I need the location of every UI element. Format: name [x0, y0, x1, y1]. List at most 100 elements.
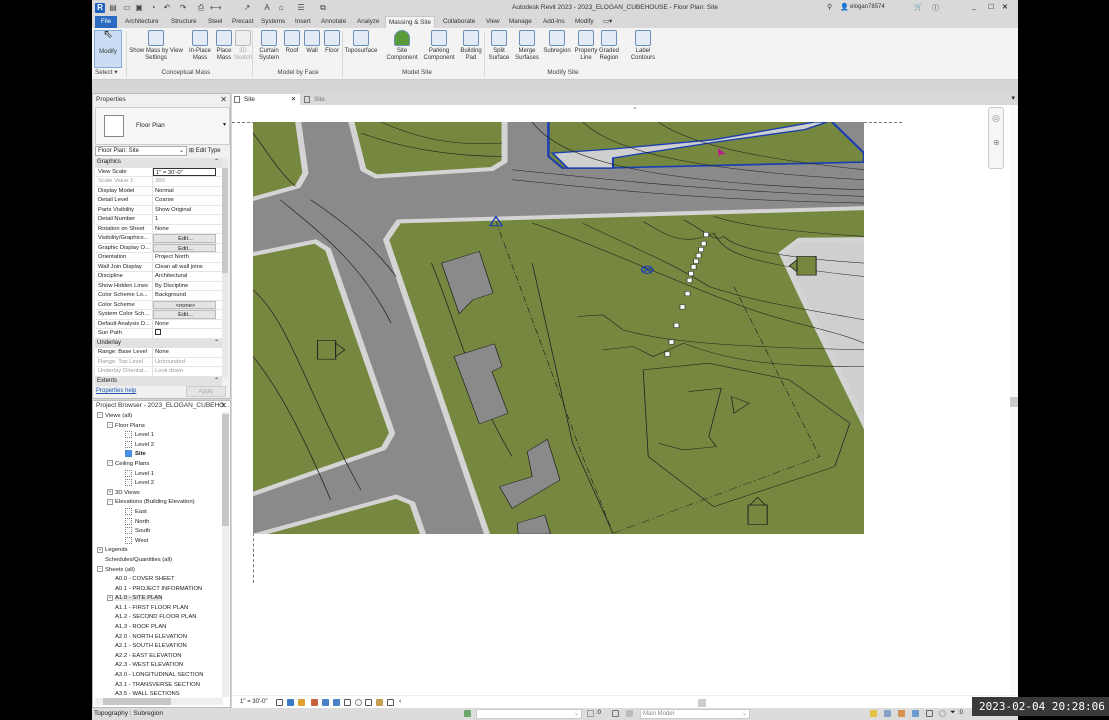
property-value[interactable]: None: [153, 225, 222, 234]
property-group-extents[interactable]: Extents ⌃: [95, 376, 222, 387]
revit-app-icon[interactable]: R: [95, 3, 105, 13]
user-icon[interactable]: 👤: [840, 3, 849, 11]
tab-manage[interactable]: Manage: [506, 16, 535, 28]
design-option-dropdown[interactable]: Main Model ⌄: [640, 709, 750, 719]
browser-item[interactable]: - Ceiling Plans: [93, 460, 223, 470]
sync-icon[interactable]: ◔: [148, 3, 158, 13]
property-value[interactable]: [153, 329, 222, 338]
browser-item[interactable]: A3.1 - TRANSVERSE SECTION: [93, 681, 223, 691]
browser-item[interactable]: A1.1 - FIRST FLOOR PLAN: [93, 604, 223, 614]
crop-view-icon[interactable]: [322, 699, 329, 706]
undo-icon[interactable]: ↶: [162, 3, 172, 13]
collapse-icon[interactable]: -: [97, 565, 103, 572]
tab-analyze[interactable]: Analyze: [354, 16, 382, 28]
properties-help-link[interactable]: Properties help: [96, 388, 136, 394]
worksets-icon[interactable]: [464, 710, 471, 717]
tab-precast[interactable]: Precast: [229, 16, 256, 28]
view-horizontal-scrollbar[interactable]: [698, 699, 706, 707]
print-icon[interactable]: ⎙: [196, 3, 206, 13]
property-edit-button[interactable]: Edit...: [153, 234, 216, 243]
property-group-graphics[interactable]: Graphics ⌃: [95, 158, 222, 168]
collapse-icon[interactable]: -: [107, 460, 113, 467]
select-by-face-icon[interactable]: [912, 710, 919, 717]
select-pinned-icon[interactable]: [898, 710, 905, 717]
tabs-menu-icon[interactable]: ▾: [1011, 94, 1015, 102]
thin-lines-icon[interactable]: ☰: [296, 3, 306, 13]
site-component-button[interactable]: Site Component: [385, 30, 419, 62]
property-value[interactable]: None: [153, 320, 222, 329]
filter-icon[interactable]: ⏷: [950, 709, 956, 717]
switch-windows-icon[interactable]: ⧉: [318, 3, 328, 13]
label-contours-button[interactable]: Label Contours: [628, 30, 658, 62]
binoculars-icon[interactable]: ⚲: [827, 3, 832, 11]
browser-item[interactable]: +3D Views: [93, 489, 223, 499]
browser-item[interactable]: - Floor Plans: [93, 422, 223, 432]
show-mass-by-view-settings-button[interactable]: Show Mass by View Settings: [128, 30, 184, 62]
close-button[interactable]: ✕: [1002, 3, 1008, 11]
tab-add-ins[interactable]: Add-Ins: [540, 16, 568, 28]
subregion-point[interactable]: [664, 351, 671, 357]
show-crop-region-icon[interactable]: [333, 699, 340, 706]
tab-massing-site[interactable]: Massing & Site: [385, 16, 435, 28]
property-value[interactable]: 1: [153, 215, 222, 224]
roof-button[interactable]: Roof: [282, 30, 302, 55]
tab-site[interactable]: Site: [302, 94, 325, 105]
browser-item[interactable]: Level 2: [93, 479, 223, 489]
collapse-icon[interactable]: -: [107, 498, 113, 505]
browser-item[interactable]: - Sheets (all): [93, 565, 223, 576]
browser-item[interactable]: + A1.0 - SITE PLAN: [93, 594, 223, 604]
property-value[interactable]: Show Original: [153, 206, 222, 215]
subregion-point[interactable]: [679, 304, 686, 310]
shadows-icon[interactable]: [311, 699, 318, 706]
subregion-point[interactable]: [693, 258, 700, 264]
detail-level-icon[interactable]: [276, 699, 283, 706]
browser-item[interactable]: Schedules/Quantities (all): [93, 556, 223, 566]
visual-style-icon[interactable]: [287, 699, 294, 706]
navigation-bar[interactable]: ◎ ⊕: [988, 107, 1004, 169]
apply-button[interactable]: Apply: [186, 386, 226, 397]
toposurface-button[interactable]: Toposurface: [343, 30, 379, 55]
open-icon[interactable]: ▭: [122, 3, 132, 13]
close-icon[interactable]: ✕: [220, 402, 227, 410]
split-surface-button[interactable]: Split Surface: [487, 30, 511, 62]
property-value[interactable]: Architectural: [153, 272, 222, 281]
editable-only-icon[interactable]: [587, 710, 594, 717]
modify-button[interactable]: ⇖ Modify: [94, 28, 122, 68]
view-scale[interactable]: 1" = 30'-0": [240, 699, 268, 705]
zoom-icon[interactable]: ⊕: [993, 138, 1000, 147]
edit-type-button[interactable]: ⊞ Edit Type: [189, 146, 221, 156]
user-name[interactable]: elogan78574: [850, 4, 885, 10]
browser-item[interactable]: North: [93, 517, 223, 528]
collapse-arrow-icon[interactable]: ‹: [399, 698, 401, 705]
maximize-button[interactable]: ☐: [988, 3, 994, 11]
worksharing-display-icon[interactable]: [376, 699, 383, 706]
browser-item[interactable]: A2.3 - WEST ELEVATION: [93, 661, 223, 671]
background-process-icon[interactable]: [939, 710, 946, 717]
reveal-hidden-icon[interactable]: [365, 699, 372, 706]
browser-scrollbar[interactable]: [222, 412, 229, 697]
design-options-icon[interactable]: [612, 710, 619, 717]
property-edit-button[interactable]: Edit...: [153, 310, 216, 319]
drawing-area[interactable]: Site ✕ Site ▾ ⌄ ◎ ⊕ 1" = 30'-0" ‹: [232, 93, 1018, 708]
home-icon[interactable]: ▤: [108, 3, 118, 13]
collapse-icon[interactable]: -: [107, 422, 113, 429]
properties-scrollbar[interactable]: [222, 158, 228, 378]
close-icon[interactable]: ✕: [291, 94, 296, 105]
property-value[interactable]: Normal: [153, 187, 222, 196]
property-edit-button[interactable]: Edit...: [153, 243, 216, 252]
drag-elements-icon[interactable]: [926, 710, 933, 717]
subregion-point[interactable]: [695, 253, 702, 259]
property-line-button[interactable]: Property Line: [574, 30, 598, 62]
property-edit-button[interactable]: <none>: [153, 300, 216, 309]
collapse-icon[interactable]: ⌃: [214, 377, 219, 387]
sun-path-icon[interactable]: [298, 699, 305, 706]
select-links-icon[interactable]: [870, 710, 877, 717]
subregion-point[interactable]: [690, 264, 697, 270]
property-value[interactable]: By Discipline: [153, 282, 222, 291]
3d-view-icon[interactable]: ⌂: [276, 3, 286, 13]
view-vertical-scrollbar[interactable]: [1010, 105, 1018, 695]
unlocked-3d-view-icon[interactable]: [344, 699, 351, 706]
temporary-hide-icon[interactable]: [355, 699, 362, 706]
subregion-point[interactable]: [688, 271, 694, 277]
subregion-point[interactable]: [668, 339, 675, 345]
